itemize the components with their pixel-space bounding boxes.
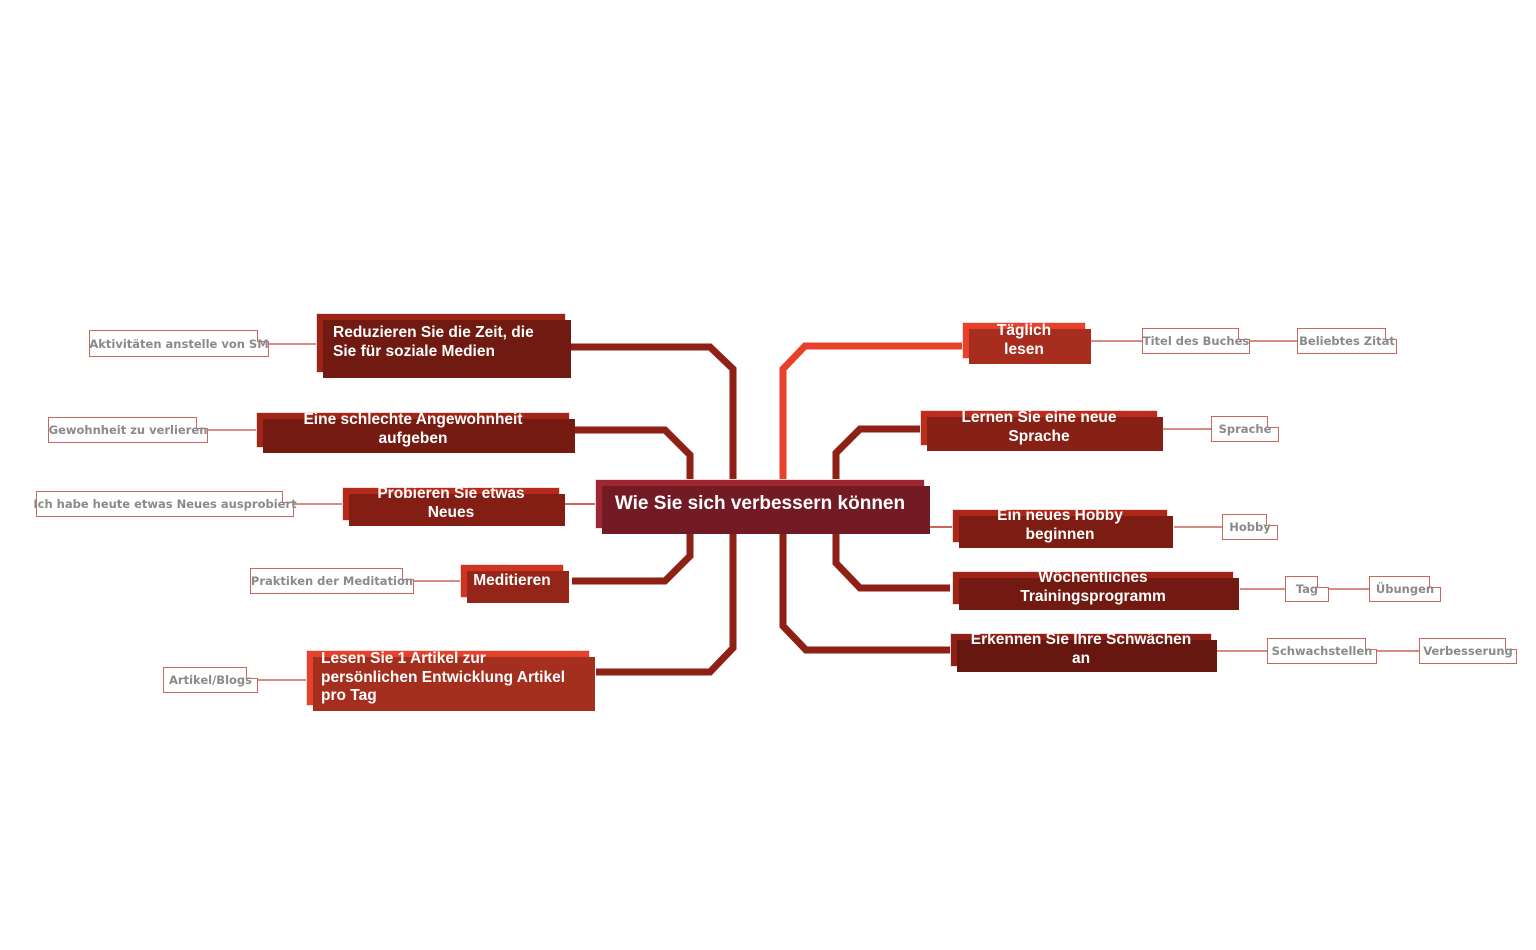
note-hobby-label: Hobby — [1229, 520, 1271, 534]
note-improvement-label: Verbesserung — [1423, 644, 1513, 658]
topic-read-article[interactable]: Lesen Sie 1 Artikel zur persönlichen Ent… — [306, 650, 590, 706]
note-day-label: Tag — [1295, 582, 1319, 596]
topic-meditate[interactable]: Meditieren — [460, 564, 564, 598]
topic-new-language-label: Lernen Sie eine neue Sprache — [961, 409, 1117, 445]
topic-try-new[interactable]: Probieren Sie etwas Neues — [342, 485, 560, 521]
note-weak-points[interactable]: Schwachstellen — [1267, 637, 1378, 664]
note-book-title[interactable]: Titel des Buches — [1142, 327, 1251, 354]
topic-training-program[interactable]: Wöchentliches Trainingsprogramm — [952, 569, 1234, 605]
mindmap-canvas: Wie Sie sich verbessern können Reduziere… — [0, 0, 1536, 950]
central-topic-label: Wie Sie sich verbessern können — [614, 493, 906, 515]
note-activities-instead-of-sm-label: Aktivitäten anstelle von SM — [89, 336, 269, 351]
note-tried-something-new-label: Ich habe heute etwas Neues ausprobiert — [33, 497, 297, 511]
note-improvement[interactable]: Verbesserung — [1419, 637, 1518, 664]
topic-social-media[interactable]: Reduzieren Sie die Zeit, die Sie für soz… — [316, 313, 566, 373]
note-activities-instead-of-sm[interactable]: Aktivitäten anstelle von SM — [89, 329, 270, 357]
topic-new-hobby[interactable]: Ein neues Hobby beginnen — [952, 507, 1168, 543]
topic-bad-habit[interactable]: Eine schlechte Angewohnheit aufgeben — [256, 411, 570, 448]
note-tried-something-new[interactable]: Ich habe heute etwas Neues ausprobiert — [33, 490, 297, 517]
note-language[interactable]: Sprache — [1211, 415, 1280, 442]
note-favorite-quote[interactable]: Beliebtes Zitat — [1297, 327, 1398, 354]
connector-layer — [208, 340, 1420, 681]
note-weak-points-label: Schwachstellen — [1271, 644, 1373, 658]
topic-new-hobby-label: Ein neues Hobby beginnen — [997, 507, 1123, 543]
note-exercises-label: Übungen — [1375, 582, 1435, 596]
topic-daily-reading-label: Täglich lesen — [996, 321, 1052, 358]
note-lose-habit[interactable]: Gewohnheit zu verlieren — [48, 416, 209, 443]
note-day[interactable]: Tag — [1285, 575, 1330, 602]
topic-daily-reading[interactable]: Täglich lesen — [962, 322, 1086, 359]
note-book-title-label: Titel des Buches — [1142, 334, 1250, 348]
note-exercises[interactable]: Übungen — [1369, 575, 1442, 602]
topic-bad-habit-label: Eine schlechte Angewohnheit aufgeben — [303, 411, 523, 447]
topic-training-program-label: Wöchentliches Trainingsprogramm — [1020, 569, 1166, 605]
topic-try-new-label: Probieren Sie etwas Neues — [377, 485, 525, 521]
topic-weaknesses[interactable]: Erkennen Sie Ihre Schwächen an — [950, 631, 1212, 667]
topic-new-language[interactable]: Lernen Sie eine neue Sprache — [920, 409, 1158, 446]
topic-weaknesses-label: Erkennen Sie Ihre Schwächen an — [970, 631, 1192, 667]
central-topic[interactable]: Wie Sie sich verbessern können — [595, 479, 925, 529]
topic-read-article-label: Lesen Sie 1 Artikel zur persönlichen Ent… — [321, 649, 566, 705]
note-favorite-quote-label: Beliebtes Zitat — [1299, 334, 1395, 348]
note-articles-blogs[interactable]: Artikel/Blogs — [163, 666, 259, 693]
note-articles-blogs-label: Artikel/Blogs — [169, 673, 252, 687]
topic-social-media-label: Reduzieren Sie die Zeit, die Sie für soz… — [333, 324, 534, 360]
note-language-label: Sprache — [1218, 422, 1272, 436]
note-meditation-practices-label: Praktiken der Meditation — [250, 574, 414, 588]
topic-meditate-label: Meditieren — [473, 571, 551, 589]
note-meditation-practices[interactable]: Praktiken der Meditation — [250, 567, 415, 594]
note-lose-habit-label: Gewohnheit zu verlieren — [48, 423, 208, 437]
note-hobby[interactable]: Hobby — [1222, 513, 1279, 540]
